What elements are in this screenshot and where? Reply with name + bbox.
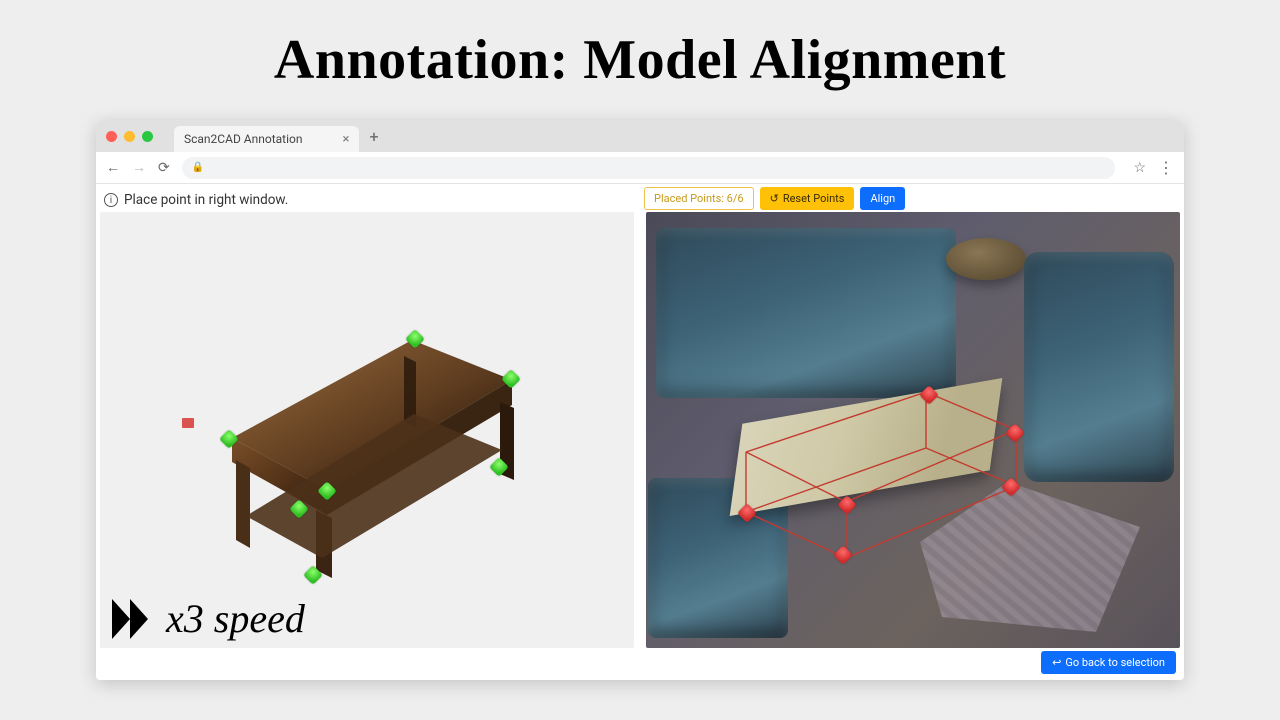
browser-menu-icon[interactable]: ⋮ (1158, 158, 1174, 177)
controls-row: Placed Points: 6/6 ↺ Reset Points Align (644, 187, 905, 210)
delete-handle-icon[interactable] (182, 418, 194, 428)
scan-viewport[interactable] (646, 212, 1180, 648)
bookmark-icon[interactable]: ☆ (1133, 160, 1146, 176)
reset-points-label: Reset Points (783, 192, 845, 205)
info-icon: i (104, 193, 118, 207)
status-text: Place point in right window. (124, 192, 288, 208)
scan-coffee-table (736, 382, 996, 542)
status-row: i Place point in right window. (96, 188, 1184, 212)
playback-speed-overlay: x3 speed (112, 595, 305, 642)
go-back-button[interactable]: ↩ Go back to selection (1041, 651, 1176, 674)
reload-icon[interactable]: ⟳ (158, 160, 170, 176)
cad-viewport[interactable]: x3 speed (100, 212, 634, 648)
panes: x3 speed (100, 212, 1180, 648)
browser-window: Scan2CAD Annotation × + ← → ⟳ 🔒 ☆ ⋮ i Pl… (96, 120, 1184, 680)
new-tab-button[interactable]: + (369, 127, 378, 146)
cad-table-model (192, 310, 522, 590)
titlebar: Scan2CAD Annotation × + (96, 120, 1184, 152)
cad-table-svg (192, 310, 522, 590)
scan-round-table (946, 238, 1026, 280)
placed-points-badge: Placed Points: 6/6 (644, 187, 754, 210)
reset-points-button[interactable]: ↺ Reset Points (760, 187, 855, 210)
align-button[interactable]: Align (860, 187, 905, 210)
window-minimize-icon[interactable] (124, 131, 135, 142)
go-back-label: Go back to selection (1065, 656, 1165, 669)
go-back-container: ↩ Go back to selection (1041, 651, 1176, 674)
selection-bbox (726, 362, 1026, 562)
lock-icon: 🔒 (192, 162, 204, 173)
scan-armchair (1024, 252, 1174, 482)
undo-icon: ↺ (770, 192, 779, 205)
status-message: i Place point in right window. (104, 192, 288, 208)
return-icon: ↩ (1052, 656, 1061, 669)
window-maximize-icon[interactable] (142, 131, 153, 142)
fast-forward-icon (112, 599, 156, 639)
tab-close-icon[interactable]: × (343, 132, 350, 147)
browser-tab[interactable]: Scan2CAD Annotation × (174, 126, 359, 152)
window-close-icon[interactable] (106, 131, 117, 142)
browser-toolbar: ← → ⟳ 🔒 ☆ ⋮ (96, 152, 1184, 184)
forward-icon[interactable]: → (132, 159, 146, 176)
slide-title: Annotation: Model Alignment (0, 0, 1280, 102)
speed-label: x3 speed (166, 595, 305, 642)
app-content: i Place point in right window. Placed Po… (96, 184, 1184, 680)
url-bar[interactable]: 🔒 (182, 157, 1116, 179)
back-icon[interactable]: ← (106, 159, 120, 176)
tab-title: Scan2CAD Annotation (184, 132, 303, 146)
